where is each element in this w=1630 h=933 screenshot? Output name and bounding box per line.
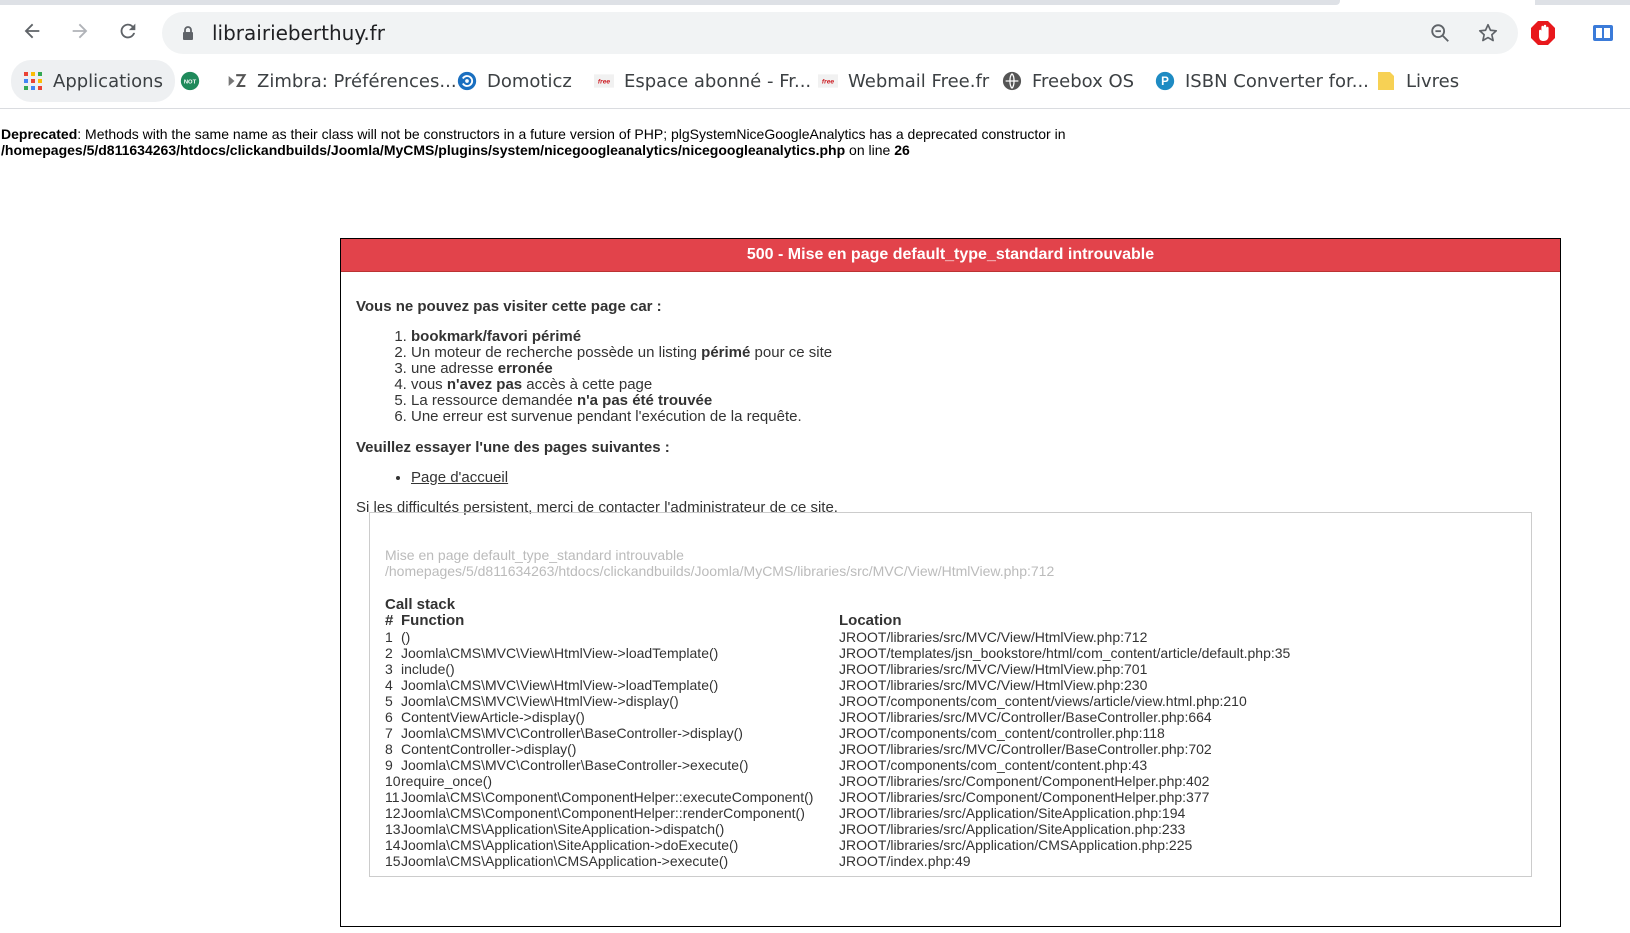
trace-error-text: Mise en page default_type_standard intro… bbox=[385, 547, 684, 563]
pages-list: Page d'accueil bbox=[356, 470, 1546, 486]
reason-item: Un moteur de recherche possède un listin… bbox=[411, 345, 1546, 361]
table-row: 12 Joomla\CMS\Component\ComponentHelper::… bbox=[385, 805, 1186, 821]
domoticz-icon bbox=[457, 71, 477, 91]
deprecated-line: 26 bbox=[894, 142, 910, 158]
bookmark-label: Applications bbox=[53, 70, 163, 92]
table-row: 14 Joomla\CMS\Application\SiteApplication… bbox=[385, 837, 1193, 853]
folder-icon bbox=[1376, 71, 1396, 91]
reason-item: Une erreur est survenue pendant l'exécut… bbox=[411, 409, 1546, 425]
isbn-icon: P bbox=[1155, 71, 1175, 91]
trace-path: /homepages/5/d811634263/htdocs/clickandb… bbox=[385, 563, 1055, 579]
reload-button[interactable] bbox=[112, 17, 144, 49]
adblock-stop-icon[interactable] bbox=[1530, 20, 1556, 46]
list-item: Page d'accueil bbox=[411, 470, 1546, 486]
extension-icon[interactable] bbox=[1590, 20, 1616, 46]
table-row: 8 ContentController->display() JROOT/libra… bbox=[385, 741, 1212, 757]
reload-icon bbox=[117, 20, 139, 47]
table-row: 6 ContentViewArticle->display() JROOT/libr… bbox=[385, 709, 1212, 725]
bookmark-label: Espace abonné - Fr... bbox=[624, 70, 812, 92]
table-row: 11 Joomla\CMS\Component\ComponentHelper::… bbox=[385, 789, 1210, 805]
zimbra-icon bbox=[227, 71, 247, 91]
table-row: 10 require_once() JROOT/libraries/src/Comp… bbox=[385, 773, 1210, 789]
table-row: 2 Joomla\CMS\MVC\View\HtmlView->loadTempl… bbox=[385, 645, 1291, 661]
bookmark-label: ISBN Converter for... bbox=[1185, 70, 1369, 92]
table-header-row: # Function Location bbox=[385, 613, 1290, 629]
zoom-icon[interactable] bbox=[1428, 21, 1452, 45]
bookmark-zimbra[interactable]: Zimbra: Préférences... bbox=[227, 60, 457, 102]
freebox-icon bbox=[1002, 71, 1022, 91]
svg-text:P: P bbox=[1161, 75, 1169, 88]
table-row: 4 Joomla\CMS\MVC\View\HtmlView->loadTempl… bbox=[385, 677, 1148, 693]
trace-message: Mise en page default_type_standard intro… bbox=[385, 547, 1054, 579]
bookmark-espace-abonne[interactable]: free Espace abonné - Fr... bbox=[594, 60, 811, 102]
deprecated-notice: Deprecated: Methods with the same name a… bbox=[1, 126, 1201, 158]
url-text[interactable]: librairieberthuy.fr bbox=[212, 21, 385, 45]
error-box: 500 - Mise en page default_type_standard… bbox=[340, 238, 1561, 927]
bookmark-label: Freebox OS bbox=[1032, 70, 1135, 92]
table-row: 1() JROOT/libraries/src/MVC/View/HtmlView… bbox=[385, 629, 1148, 645]
star-icon[interactable] bbox=[1476, 21, 1500, 45]
table-row: 9 Joomla\CMS\MVC\Controller\BaseControlle… bbox=[385, 757, 1148, 773]
tab-strip-end bbox=[1535, 0, 1630, 5]
table-row: 7 Joomla\CMS\MVC\Controller\BaseControlle… bbox=[385, 725, 1165, 741]
deprecated-label: Deprecated bbox=[1, 126, 78, 142]
table-row: 13 Joomla\CMS\Application\SiteApplication… bbox=[385, 821, 1186, 837]
bookmark-isbn-converter[interactable]: P ISBN Converter for... bbox=[1155, 60, 1369, 102]
free-icon: free bbox=[594, 71, 614, 91]
bookmarks-bar: Applications NOT Zimbra: Préférences... … bbox=[0, 60, 1630, 102]
reason-item: une adresse erronée bbox=[411, 361, 1546, 377]
reason-item: La ressource demandée n'a pas été trouvé… bbox=[411, 393, 1546, 409]
deprecated-text: : Methods with the same name as their cl… bbox=[77, 126, 1066, 142]
back-button[interactable] bbox=[16, 17, 48, 49]
arrow-left-icon bbox=[21, 20, 43, 47]
bookmark-applications[interactable]: Applications bbox=[11, 60, 175, 102]
bookmark-label: Webmail Free.fr bbox=[848, 70, 990, 92]
stack-trace-panel: Mise en page default_type_standard intro… bbox=[369, 512, 1532, 877]
reason-item: bookmark/favori périmé bbox=[411, 329, 1546, 345]
arrow-right-icon bbox=[69, 20, 91, 47]
lock-icon bbox=[182, 25, 194, 46]
forward-button[interactable] bbox=[64, 17, 96, 49]
column-header-function: Function bbox=[401, 612, 465, 629]
column-header-location: Location bbox=[839, 612, 902, 629]
tab-strip bbox=[0, 0, 1340, 5]
error-title: 500 - Mise en page default_type_standard… bbox=[341, 239, 1560, 272]
not-icon: NOT bbox=[180, 71, 200, 91]
call-stack-table: # Function Location 1() JROOT/libraries/s… bbox=[385, 613, 1291, 870]
bookmark-webmail-free[interactable]: free Webmail Free.fr bbox=[818, 60, 989, 102]
bookmark-livres[interactable]: Livres bbox=[1376, 60, 1459, 102]
table-row: 3 include() JROOT/libraries/src/MVC/View/H… bbox=[385, 661, 1148, 677]
bookmark-label: Domoticz bbox=[487, 70, 572, 92]
home-link[interactable]: Page d'accueil bbox=[411, 469, 508, 486]
free-icon: free bbox=[818, 71, 838, 91]
deprecated-online: on line bbox=[845, 142, 895, 158]
table-row: 5 Joomla\CMS\MVC\View\HtmlView->display()… bbox=[385, 693, 1247, 709]
bookmark-domoticz[interactable]: Domoticz bbox=[457, 60, 572, 102]
try-pages-heading: Veuillez essayer l'une des pages suivant… bbox=[356, 439, 670, 456]
bookmark-label: Livres bbox=[1406, 70, 1460, 92]
deprecated-path: /homepages/5/d811634263/htdocs/clickandb… bbox=[1, 142, 846, 158]
address-bar[interactable]: librairieberthuy.fr bbox=[162, 12, 1518, 54]
cannot-visit-heading: Vous ne pouvez pas visiter cette page ca… bbox=[356, 298, 662, 315]
apps-grid-icon bbox=[23, 71, 43, 91]
svg-text:free: free bbox=[598, 79, 611, 86]
reasons-list: bookmark/favori périmé Un moteur de rech… bbox=[356, 329, 1546, 425]
svg-text:NOT: NOT bbox=[184, 80, 197, 86]
browser-toolbar: librairieberthuy.fr Applications NOT Zim… bbox=[0, 0, 1630, 109]
svg-text:free: free bbox=[822, 79, 835, 86]
call-stack-title: Call stack bbox=[385, 596, 456, 613]
error-content: Vous ne pouvez pas visiter cette page ca… bbox=[356, 299, 1546, 516]
table-row: 15 Joomla\CMS\Application\CMSApplication-… bbox=[385, 853, 971, 869]
reason-item: vous n'avez pas accès à cette page bbox=[411, 377, 1546, 393]
bookmark-not[interactable]: NOT bbox=[180, 60, 200, 102]
column-header-num: # bbox=[385, 612, 394, 629]
bookmark-label: Zimbra: Préférences... bbox=[257, 70, 457, 92]
bookmark-freebox-os[interactable]: Freebox OS bbox=[1002, 60, 1134, 102]
